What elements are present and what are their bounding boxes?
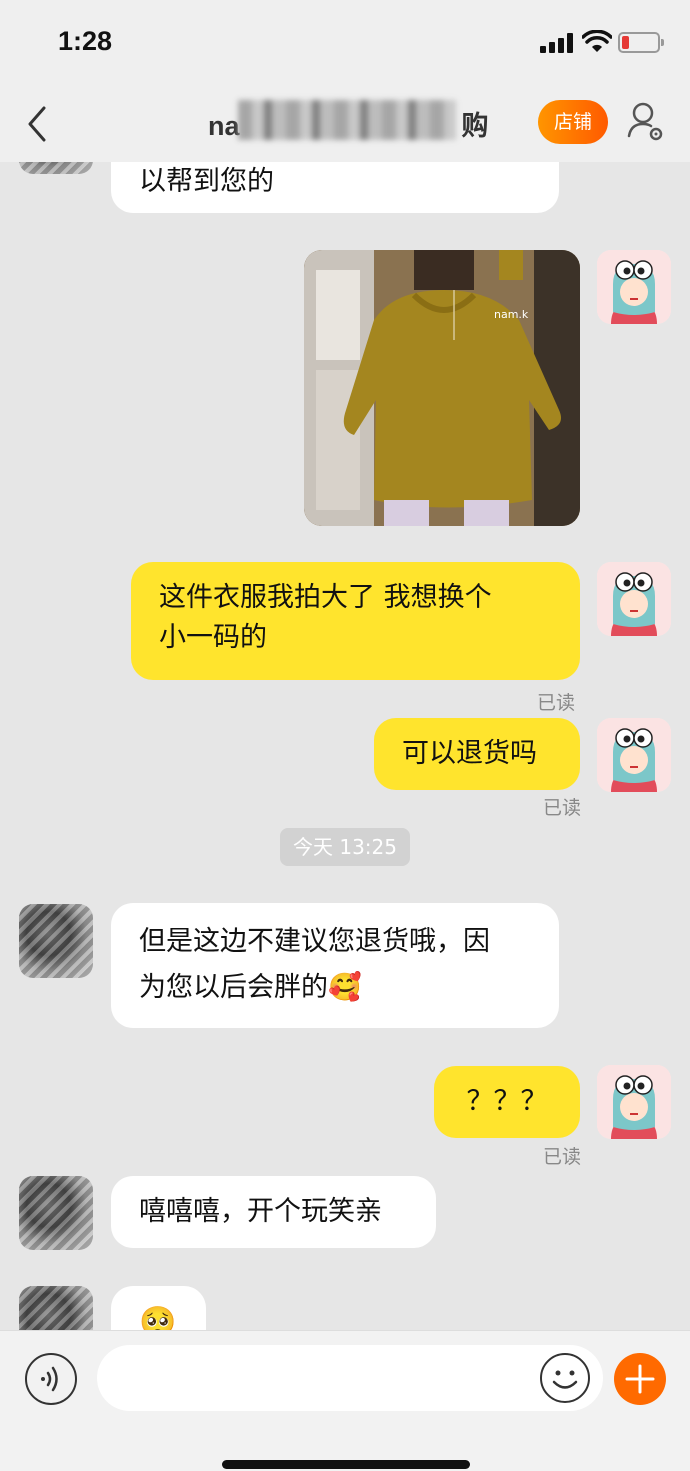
avatar-self[interactable]	[597, 562, 671, 636]
chat-title-prefix: na	[208, 111, 240, 141]
message-bubble-right[interactable]: 可以退货吗	[374, 718, 580, 790]
wifi-icon	[582, 30, 612, 52]
photo-watermark: nam.k	[494, 308, 529, 321]
avatar-self[interactable]	[597, 1065, 671, 1139]
cellular-signal-icon	[540, 33, 574, 53]
message-input[interactable]	[97, 1345, 603, 1411]
time-divider: 今天 13:25	[280, 828, 410, 866]
status-bar: 1:28	[0, 0, 690, 90]
emoji: 🥺	[139, 1305, 177, 1330]
avatar-self[interactable]	[597, 250, 671, 324]
avatar-self[interactable]	[597, 718, 671, 792]
censored-title-blur	[238, 100, 456, 140]
status-time: 1:28	[58, 26, 113, 56]
read-receipt: 已读	[537, 692, 576, 714]
sweater-photo	[304, 250, 580, 526]
message-text-line: 为您以后会胖的	[139, 972, 328, 1003]
chevron-left-icon[interactable]	[22, 104, 52, 144]
message-text: 以帮到您的	[139, 166, 274, 197]
avatar[interactable]	[19, 1176, 93, 1250]
message-bubble-left[interactable]: 嘻嘻嘻，开个玩笑亲	[111, 1176, 436, 1248]
nav-bar: na 购 店铺	[0, 90, 690, 162]
message-text-line: 小一码的	[159, 622, 267, 653]
chat-title-suffix: 购	[461, 111, 489, 141]
store-button[interactable]: 店铺	[538, 100, 608, 144]
plus-icon[interactable]	[614, 1353, 666, 1405]
voice-icon[interactable]	[25, 1353, 77, 1405]
message-bubble-left[interactable]: 但是这边不建议您退货哦，因 为您以后会胖的🥰	[111, 903, 559, 1028]
message-text-line: 但是这边不建议您退货哦，因	[139, 926, 490, 957]
home-indicator	[222, 1460, 470, 1469]
avatar[interactable]	[19, 1286, 93, 1330]
message-text-line: 这件衣服我拍大了 我想换个	[159, 582, 492, 613]
battery-level	[622, 36, 629, 49]
battery-icon	[618, 32, 664, 53]
message-text: 可以退货吗	[402, 738, 537, 769]
user-settings-icon[interactable]	[626, 100, 666, 144]
message-text: 嘻嘻嘻，开个玩笑亲	[139, 1196, 382, 1227]
read-receipt: 已读	[543, 797, 582, 819]
message-bubble-left[interactable]: 🥺	[111, 1286, 206, 1330]
message-text: ？？？	[466, 1086, 548, 1117]
message-bubble-right[interactable]: 这件衣服我拍大了 我想换个 小一码的	[131, 562, 580, 680]
emoji-icon[interactable]	[540, 1353, 590, 1403]
avatar[interactable]	[19, 162, 93, 174]
avatar[interactable]	[19, 904, 93, 978]
emoji: 🥰	[328, 972, 362, 1003]
read-receipt: 已读	[543, 1146, 582, 1168]
message-bubble-left[interactable]: 以帮到您的	[111, 162, 559, 213]
message-bubble-right[interactable]: ？？？	[434, 1066, 580, 1138]
chat-area[interactable]: 以帮到您的 nam.k 这件衣服我拍大了 我想换个 小一码的 已读 可以退货吗 …	[0, 162, 690, 1330]
photo-message[interactable]: nam.k	[304, 250, 580, 526]
input-bar	[0, 1330, 690, 1471]
